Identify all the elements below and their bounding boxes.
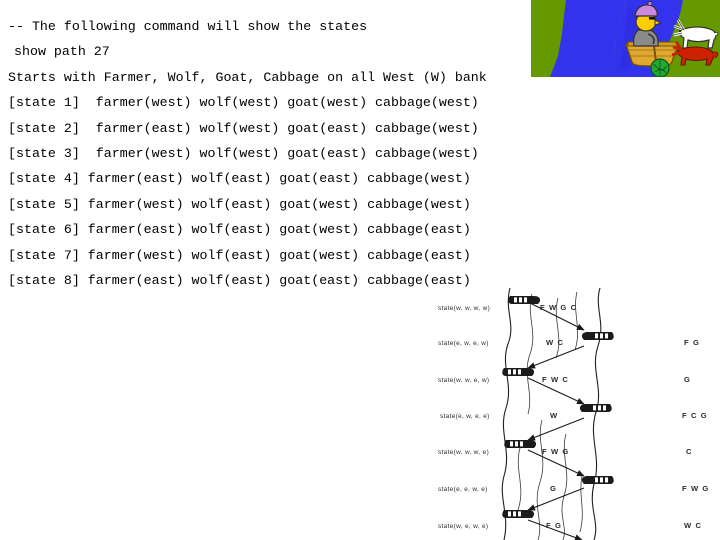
terminal-output-panel: -- The following command will show the s… (0, 0, 528, 293)
right-bank-line (591, 288, 602, 540)
crossing-arrow-2 (527, 345, 585, 369)
boat-marker (502, 510, 535, 518)
diagram-left-bank-label: F G (546, 521, 562, 530)
state-line: [state 3] farmer(west) wolf(west) goat(e… (8, 145, 479, 161)
diagram-state-label: state(w, w, e, w) (438, 377, 489, 384)
state-line: [state 6] farmer(east) wolf(east) goat(w… (8, 222, 471, 238)
diagram-left-bank-label: F W G (542, 447, 569, 456)
command-line: show path 27 (14, 44, 110, 60)
left-bank-line (501, 288, 512, 540)
wolf-eye (677, 50, 679, 52)
diagram-state-label: state(e, w, e, e) (440, 413, 490, 420)
diagram-state-label: state(e, e, w, e) (438, 486, 488, 493)
diagram-left-bank-label: W C (546, 338, 564, 347)
state-line: [state 4] farmer(east) wolf(east) goat(e… (8, 171, 471, 187)
cabbage-figure (650, 58, 670, 77)
state-line: [state 7] farmer(west) wolf(east) goat(w… (8, 247, 471, 263)
goat-eye (679, 30, 681, 32)
farmer-crossing-illustration (528, 0, 720, 77)
diagram-state-label: state(e, w, e, w) (438, 340, 489, 347)
state-line: [state 1] farmer(west) wolf(west) goat(w… (8, 95, 479, 111)
farmer-eye (649, 17, 655, 20)
diagram-left-bank-label: G (550, 484, 557, 493)
boat-marker (581, 332, 614, 340)
diagram-left-bank-label: W (550, 411, 558, 420)
diagram-left-bank-label: F W C (542, 375, 569, 384)
diagram-right-bank-label: F W G (682, 484, 709, 493)
left-margin (528, 0, 531, 77)
boat-marker (504, 440, 537, 448)
diagram-right-bank-label: C (686, 447, 693, 456)
diagram-state-label: state(w, w, w, w) (438, 305, 490, 312)
diagram-state-label: state(w, w, w, e) (438, 449, 489, 456)
boat-marker (508, 296, 541, 304)
state-line: [state 5] farmer(west) wolf(east) goat(w… (8, 196, 471, 212)
description-line: Starts with Farmer, Wolf, Goat, Cabbage … (8, 69, 487, 85)
boat-marker (581, 476, 614, 484)
boat-marker (502, 368, 535, 376)
diagram-right-bank-label: F C G (682, 411, 708, 420)
river-crossing-path-diagram: state(w, w, w, w) F W G C state(e, w, e,… (432, 288, 720, 540)
crossing-arrow-4 (527, 417, 585, 441)
header-comment-line: -- The following command will show the s… (8, 19, 368, 34)
diagram-state-label: state(w, e, w, e) (438, 523, 488, 530)
boat-marker (579, 404, 612, 412)
diagram-right-bank-label: W C (684, 521, 702, 530)
state-line: [state 2] farmer(east) wolf(west) goat(e… (8, 120, 479, 136)
diagram-right-bank-label: F G (684, 338, 700, 347)
diagram-right-bank-label: G (684, 375, 691, 384)
